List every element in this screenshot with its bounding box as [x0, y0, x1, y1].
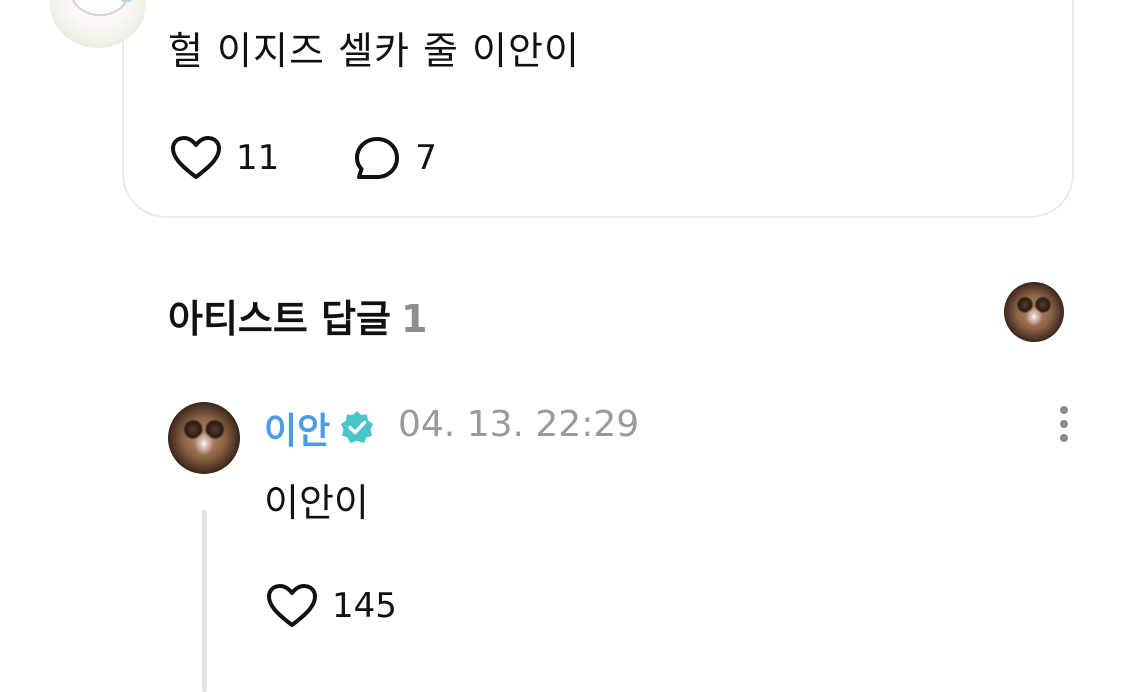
comment-thread-screen: 헐 이지즈 셀카 줄 이안이 11 7 아티스트 답글 1 이안 04. 13. … — [0, 0, 1125, 692]
heart-outline-icon — [171, 136, 221, 179]
reply-like-count: 145 — [332, 586, 397, 626]
artist-replies-count: 1 — [401, 297, 428, 341]
post-comment-count: 7 — [415, 138, 437, 178]
reply-author-avatar[interactable] — [168, 402, 240, 474]
speech-bubble-icon — [355, 137, 400, 179]
reply-author-avatar-photo — [168, 402, 240, 474]
post-comment-button[interactable]: 7 — [353, 135, 437, 181]
verified-badge-icon — [341, 411, 373, 443]
post-like-button[interactable]: 11 — [170, 135, 279, 181]
more-vertical-icon-dot — [1060, 406, 1068, 414]
more-vertical-icon-dot — [1060, 420, 1068, 428]
heart-outline-icon — [267, 584, 317, 627]
post-text: 헐 이지즈 셀카 줄 이안이 — [168, 29, 580, 73]
artist-avatar[interactable] — [1004, 282, 1064, 342]
reply-timestamp: 04. 13. 22:29 — [398, 404, 640, 445]
more-vertical-icon-dot — [1060, 434, 1068, 442]
avatar-character-face — [70, 0, 130, 16]
reply-more-button[interactable] — [1052, 406, 1076, 446]
reply-text: 이안이 — [264, 481, 369, 525]
artist-replies-header: 아티스트 답글 1 — [168, 288, 427, 343]
reply-like-button[interactable]: 145 — [266, 583, 397, 629]
reply-actions: 145 — [266, 582, 397, 630]
post-actions: 11 7 — [170, 134, 437, 182]
artist-avatar-photo — [1004, 282, 1064, 342]
thread-line — [202, 510, 207, 692]
artist-replies-title: 아티스트 답글 — [168, 297, 391, 341]
post-like-count: 11 — [236, 138, 280, 178]
reply-author-name[interactable]: 이안 — [264, 402, 330, 454]
